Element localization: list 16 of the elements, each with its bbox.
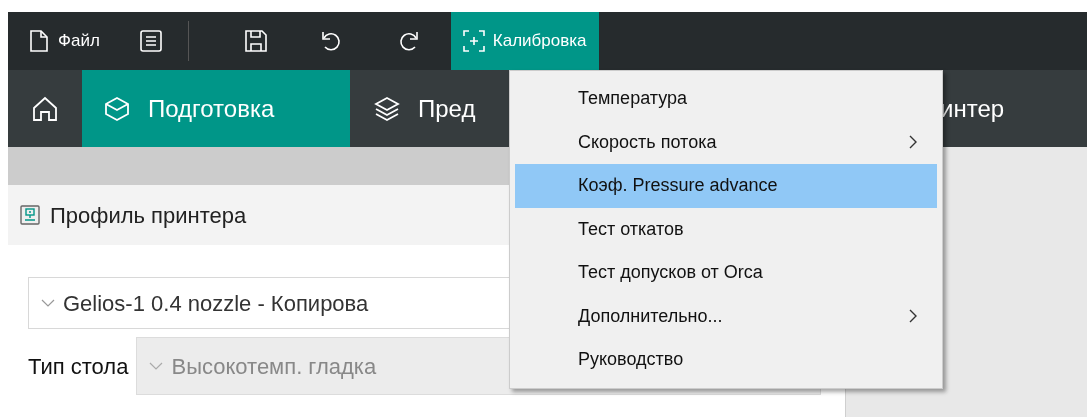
tab[interactable]: Подготовка [82,70,350,147]
panel-title: Профиль принтера [50,201,247,230]
bed-type-label: Тип стола [28,352,129,381]
layers-icon [374,95,400,122]
save-icon[interactable] [244,30,267,52]
file-menu[interactable]: Файл [28,21,102,61]
chevron-down-icon [41,299,55,307]
document-icon [30,30,48,52]
menu-item[interactable]: Коэф. Pressure advance [515,164,937,208]
home-icon [32,95,58,122]
calibration-button[interactable]: Калибровка [450,12,599,70]
chevron-down-icon [149,362,164,370]
cube-icon [104,95,130,122]
list-icon[interactable] [139,30,162,52]
printer-icon [20,205,40,225]
crosshair-frame-icon [462,30,485,52]
